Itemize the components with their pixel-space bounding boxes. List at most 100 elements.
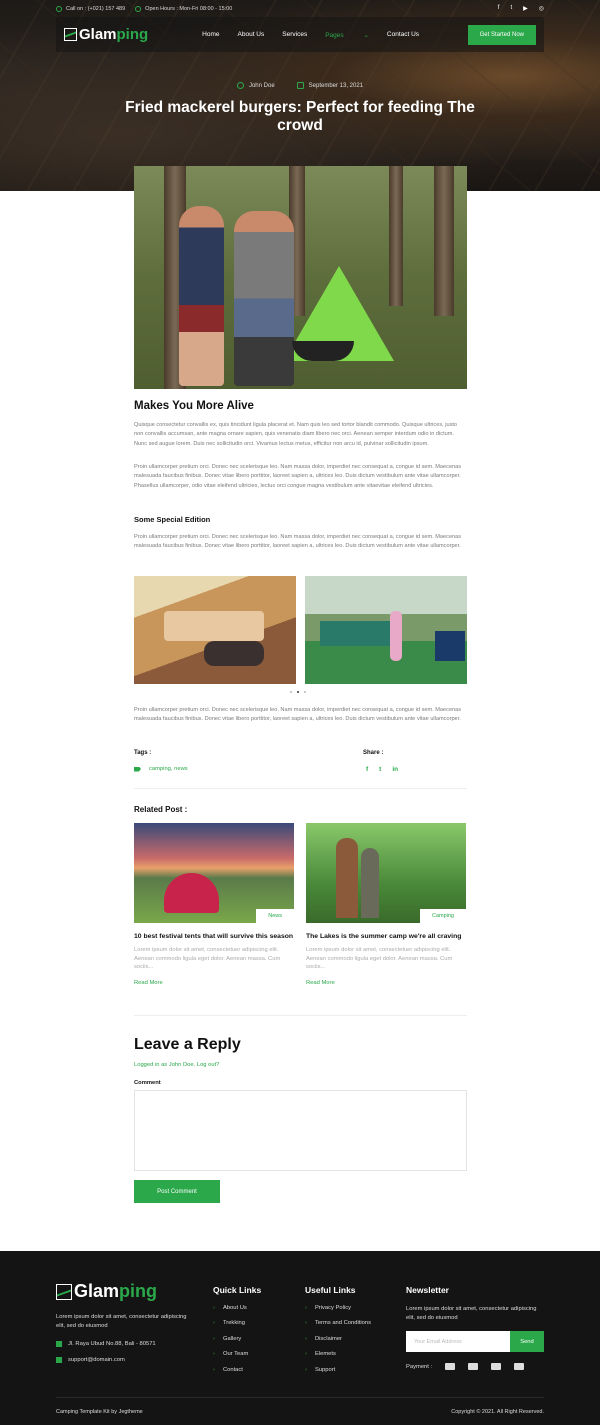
newsletter-title: Newsletter <box>406 1285 449 1295</box>
top-bar: Call on : (+021) 157 489 Open Hours : Mo… <box>56 0 544 17</box>
phone-text: Call on : (+021) 157 489 <box>66 5 126 12</box>
clock-icon <box>135 5 142 12</box>
newsletter-email-input[interactable]: Your Email Address <box>406 1331 510 1352</box>
payment-methods: Payment : <box>406 1363 546 1370</box>
facebook-icon[interactable]: f <box>498 5 500 12</box>
phone-icon <box>56 5 62 12</box>
read-more-link[interactable]: Read More <box>306 980 466 986</box>
site-logo[interactable]: Glam ping <box>64 26 148 43</box>
site-footer: Glam ping Lorem ipsum dolor sit amet, con… <box>0 1251 600 1425</box>
logo-icon <box>56 1283 72 1300</box>
post-paragraph-3: Proin ullamcorper pretium orci. Donec ne… <box>134 534 462 550</box>
footer-link[interactable]: › Contact <box>213 1367 261 1382</box>
newsletter-form: Your Email Address Send <box>406 1331 546 1352</box>
payment-label: Payment : <box>406 1363 433 1370</box>
footer-link[interactable]: › Disclaimer <box>305 1336 371 1351</box>
footer-address: Jl. Raya Ubud No.88, Bali - 80571 <box>68 1341 156 1347</box>
reply-heading: Leave a Reply <box>134 1036 241 1053</box>
get-started-button[interactable]: Get Started Now <box>467 24 536 45</box>
gallery-pagination[interactable] <box>290 691 306 693</box>
footer-link[interactable]: › Terms and Conditions <box>305 1320 371 1335</box>
user-icon <box>236 82 244 89</box>
tag-icon <box>134 766 141 772</box>
share-label: Share : <box>363 750 384 756</box>
logged-in-link[interactable]: Logged in as John Doe. Log out? <box>134 1062 219 1068</box>
newsletter-send-button[interactable]: Send <box>510 1331 544 1352</box>
nav-contact[interactable]: Contact Us <box>387 31 419 39</box>
post-paragraph-2: Proin ullamcorper pretium orci. Donec ne… <box>134 464 462 489</box>
mail-icon <box>56 1357 62 1363</box>
related-post-excerpt: Lorem ipsum dolor sit amet, consectetuer… <box>134 947 281 970</box>
location-icon <box>56 1341 62 1347</box>
hours-text: Open Hours : Mon-Fri 08:00 - 15:00 <box>145 5 233 12</box>
post-meta: John Doe September 13, 2021 <box>0 82 600 89</box>
footer-link[interactable]: › Elemets <box>305 1351 371 1366</box>
related-heading: Related Post : <box>134 805 188 814</box>
divider <box>134 1015 467 1016</box>
quick-links-title: Quick Links <box>213 1285 262 1295</box>
hero-banner: Call on : (+021) 157 489 Open Hours : Mo… <box>0 0 600 191</box>
related-post-card[interactable]: Camping The Lakes is the summer camp we'… <box>306 823 466 986</box>
read-more-link[interactable]: Read More <box>134 980 294 986</box>
share-icons: f t in <box>366 766 398 773</box>
category-badge[interactable]: News <box>256 909 294 923</box>
sub-heading: Some Special Edition <box>134 515 211 524</box>
newsletter-description: Lorem ipsum dolor sit amet, consectetur … <box>406 1306 537 1321</box>
footer-copyright: Copyright © 2021. All Right Reserved. <box>451 1409 544 1415</box>
footer-email[interactable]: support@domain.com <box>68 1357 125 1363</box>
post-date: September 13, 2021 <box>308 82 364 89</box>
post-comment-button[interactable]: Post Comment <box>134 1180 220 1203</box>
nav-pages[interactable]: Pages ⌄ <box>325 31 369 39</box>
comment-textarea[interactable] <box>134 1090 467 1171</box>
footer-logo[interactable]: Glam ping <box>56 1281 157 1302</box>
dribbble-icon[interactable]: ◎ <box>539 5 544 12</box>
section-heading: Makes You More Alive <box>134 400 254 412</box>
gallery-image-2[interactable] <box>305 576 467 684</box>
newsletter: Newsletter Lorem ipsum dolor sit amet, c… <box>406 1285 546 1370</box>
post-paragraph-1: Quisque consectetur convallis ex, quis t… <box>134 422 458 447</box>
mastercard-icon <box>491 1363 502 1370</box>
post-featured-image <box>134 166 467 389</box>
share-facebook-icon[interactable]: f <box>366 766 368 773</box>
main-nav: Glam ping Home About Us Services Pages ⌄ … <box>56 17 544 52</box>
footer-link[interactable]: › Trekking <box>213 1320 261 1335</box>
calendar-icon <box>296 82 304 89</box>
footer-link[interactable]: › Support <box>305 1367 371 1382</box>
footer-link[interactable]: › Our Team <box>213 1351 261 1366</box>
nav-services[interactable]: Services <box>282 31 307 39</box>
paypal-icon <box>514 1363 525 1370</box>
twitter-icon[interactable]: t <box>510 5 512 12</box>
logo-icon <box>64 28 77 41</box>
footer-link[interactable]: › Privacy Policy <box>305 1305 371 1320</box>
useful-links-title: Useful Links <box>305 1285 356 1295</box>
related-post-image[interactable]: Camping <box>306 823 466 923</box>
related-post-title[interactable]: The Lakes is the summer camp we're all c… <box>306 932 466 941</box>
useful-links: Useful Links › Privacy Policy › Terms and … <box>305 1285 371 1382</box>
post-paragraph-4: Proin ullamcorper pretium orci. Donec ne… <box>134 707 462 723</box>
divider <box>134 788 467 789</box>
visa-icon <box>445 1363 456 1370</box>
quick-links: Quick Links › About Us › Trekking › Gallery… <box>213 1285 261 1382</box>
footer-description: Lorem ipsum dolor sit amet, consectetur … <box>56 1314 187 1329</box>
gallery-image-1[interactable] <box>134 576 296 684</box>
related-post-title[interactable]: 10 best festival tents that will survive… <box>134 932 294 941</box>
nav-about[interactable]: About Us <box>238 31 265 39</box>
post-author[interactable]: John Doe <box>249 83 275 89</box>
share-twitter-icon[interactable]: t <box>379 766 381 773</box>
top-social: f t ▶ ◎ <box>498 5 544 12</box>
post-title: Fried mackerel burgers: Perfect for feed… <box>125 99 475 134</box>
card-icon <box>468 1363 479 1370</box>
tags-label: Tags : <box>134 750 152 756</box>
share-linkedin-icon[interactable]: in <box>392 766 398 773</box>
comment-label: Comment <box>134 1080 161 1086</box>
related-post-image[interactable]: News <box>134 823 294 923</box>
youtube-icon[interactable]: ▶ <box>523 5 528 12</box>
footer-link[interactable]: › About Us <box>213 1305 261 1320</box>
nav-menu: Home About Us Services Pages ⌄ Contact U… <box>202 31 437 39</box>
category-badge[interactable]: Camping <box>419 909 466 923</box>
tag-links[interactable]: camping, news <box>149 766 188 772</box>
nav-home[interactable]: Home <box>202 31 219 39</box>
related-post-card[interactable]: News 10 best festival tents that will su… <box>134 823 294 986</box>
tag-list: camping, news <box>134 766 188 772</box>
footer-link[interactable]: › Gallery <box>213 1336 261 1351</box>
